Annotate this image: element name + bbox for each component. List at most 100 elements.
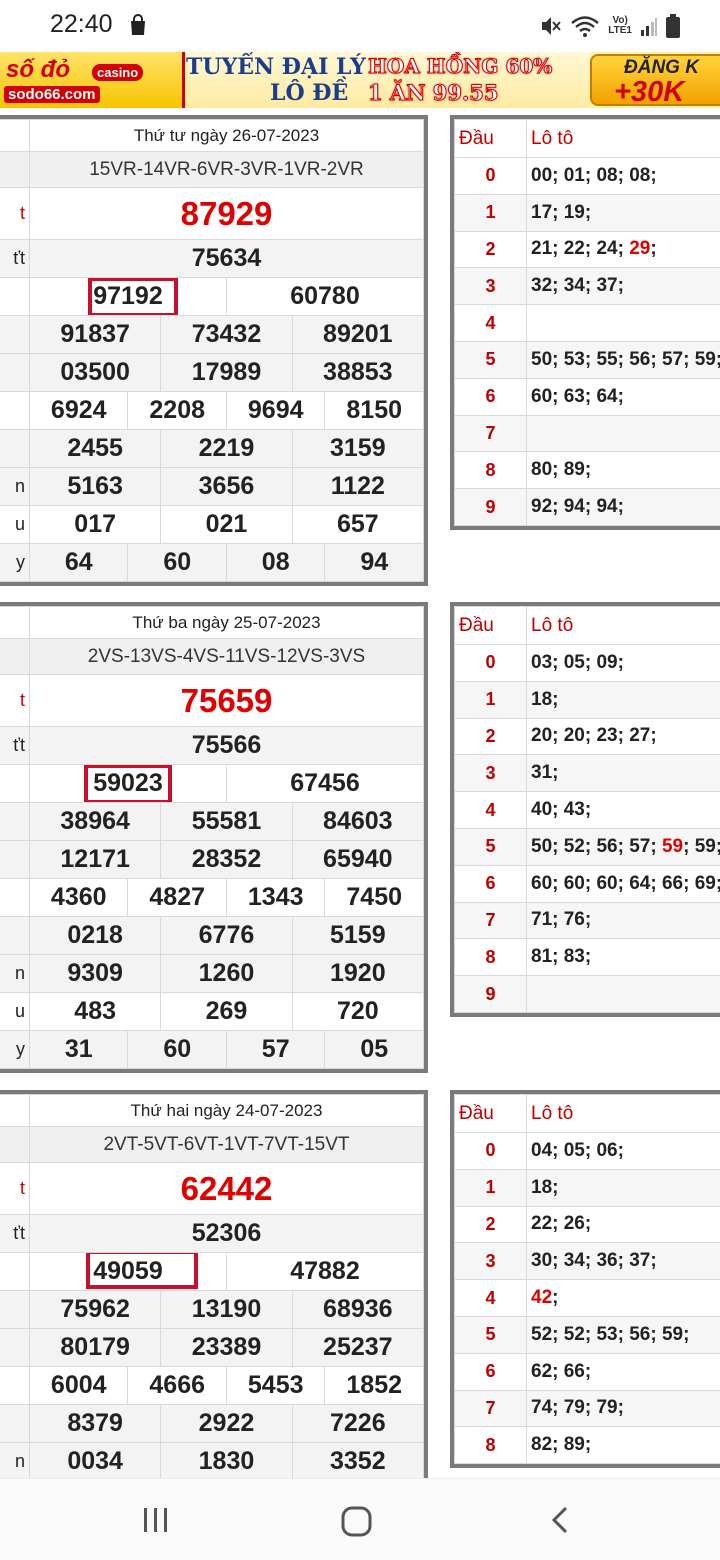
loto-values: 92; 94; 94; xyxy=(526,488,720,526)
loto-values-text: 21; 22; 24; xyxy=(531,238,630,260)
third-prize: 55581 xyxy=(160,802,293,841)
sixth-prize: 657 xyxy=(291,505,425,544)
loto-values: 03; 05; 09; xyxy=(526,644,720,682)
fifth-prize: 1920 xyxy=(291,954,425,993)
fifth-prize: 0034 xyxy=(28,1442,162,1481)
loto-dau: 3 xyxy=(454,1242,527,1281)
lte-label: LTE1 xyxy=(608,25,632,36)
loto-values: 04; 05; 06; xyxy=(526,1132,720,1170)
loto-dau: 2 xyxy=(454,1205,527,1244)
prize-label: t xyxy=(0,674,30,727)
loto-head-dau: Đầu xyxy=(454,606,527,645)
first-prize: 52306 xyxy=(29,1214,424,1253)
fifth-prize: 2219 xyxy=(160,429,293,468)
loto-values: 80; 89; xyxy=(526,451,720,490)
loto-dau: 8 xyxy=(454,1426,527,1465)
fifth-prize: 2455 xyxy=(28,429,162,468)
casino-logo: số đỏ casino sodo66.com xyxy=(0,52,185,108)
system-nav-bar xyxy=(0,1478,720,1560)
third-prize: 75962 xyxy=(28,1290,162,1329)
loto-head-dau: Đầu xyxy=(454,119,527,158)
loto-values: 22; 26; xyxy=(526,1205,720,1244)
third-prize: 38853 xyxy=(291,353,425,392)
back-icon[interactable] xyxy=(548,1505,572,1535)
results-codes: 15VR-14VR-6VR-3VR-1VR-2VR xyxy=(29,151,424,188)
fifth-prize: 2922 xyxy=(160,1404,293,1443)
loto-values-text: 50; 52; 56; 57; xyxy=(531,835,662,857)
results-codes: 2VT-5VT-6VT-1VT-7VT-15VT xyxy=(29,1126,424,1163)
loto-values: 32; 34; 37; xyxy=(526,267,720,306)
loto-values: 74; 79; 79; xyxy=(526,1389,720,1428)
prize-label: u xyxy=(0,992,30,1031)
loto-dau: 1 xyxy=(454,680,527,719)
loto-dau: 6 xyxy=(454,1352,527,1391)
home-icon[interactable] xyxy=(340,1505,374,1539)
loto-values: 50; 53; 55; 56; 57; 59; xyxy=(526,340,720,379)
loto-values: 20; 20; 23; 27; xyxy=(526,717,720,756)
loto-dau: 6 xyxy=(454,864,527,903)
third-prize: 17989 xyxy=(160,353,293,392)
loto-values xyxy=(526,304,720,342)
volte-indicator: Vo) LTE1 xyxy=(608,16,632,36)
loto-values: 50; 52; 56; 57; 59; 59; xyxy=(526,827,720,866)
third-prize: 25237 xyxy=(291,1328,425,1367)
loto-values: 52; 52; 53; 56; 59; xyxy=(526,1315,720,1354)
loto-values: 00; 01; 08; 08; xyxy=(526,157,720,195)
fifth-prize: 9309 xyxy=(28,954,162,993)
sixth-prize: 021 xyxy=(160,505,293,544)
register-button[interactable]: ĐĂNG K +30K xyxy=(590,54,720,108)
prize-label: y xyxy=(0,543,30,582)
loto-dau: 2 xyxy=(454,717,527,756)
loto-values: 71; 76; xyxy=(526,901,720,940)
third-prize: 80179 xyxy=(28,1328,162,1367)
seventh-prize: 64 xyxy=(28,543,129,582)
loto-values: 60; 60; 60; 64; 66; 69; xyxy=(526,864,720,903)
loto-values-highlight: 42 xyxy=(531,1287,553,1309)
seventh-prize: 94 xyxy=(324,543,424,582)
seventh-prize: 60 xyxy=(127,543,227,582)
second-prize: 47882 xyxy=(225,1252,425,1291)
ad-banner[interactable]: số đỏ casino sodo66.com TUYỂN ĐẠI LÝ HOA… xyxy=(0,52,720,108)
third-prize: 68936 xyxy=(291,1290,425,1329)
loto-head-dau: Đầu xyxy=(454,1094,527,1133)
wifi-icon xyxy=(571,16,600,37)
seventh-prize: 05 xyxy=(324,1030,424,1069)
loto-dau: 9 xyxy=(454,975,527,1013)
ad-line1-right: HOA HỒNG 60% xyxy=(367,54,553,79)
second-prize: 49059 xyxy=(29,1252,227,1291)
loto-dau: 5 xyxy=(454,1315,527,1354)
prize-label: n xyxy=(0,467,30,506)
recents-icon[interactable] xyxy=(140,1505,172,1535)
results-table-day3: Thứ hai ngày 24-07-2023 2VT-5VT-6VT-1VT-… xyxy=(0,1090,428,1485)
loto-dau: 7 xyxy=(454,1389,527,1428)
fourth-prize: 9694 xyxy=(225,391,326,430)
prize-label: ťt xyxy=(0,1214,30,1253)
loto-values-text: ; xyxy=(650,238,657,260)
fourth-prize: 8150 xyxy=(324,391,424,430)
cta-bottom: +30K xyxy=(614,76,685,108)
ad-line2-right: 1 ĂN 99.55 xyxy=(367,80,499,106)
third-prize: 84603 xyxy=(291,802,425,841)
special-prize: 75659 xyxy=(29,674,424,727)
special-prize: 62442 xyxy=(29,1162,424,1215)
logo-text: số đỏ xyxy=(6,56,70,83)
third-prize: 38964 xyxy=(28,802,162,841)
second-prize: 59023 xyxy=(29,764,227,803)
loto-values: 40; 43; xyxy=(526,791,720,829)
fourth-prize: 4827 xyxy=(127,878,227,917)
fifth-prize: 5159 xyxy=(291,916,425,955)
ad-line1-left: TUYỂN ĐẠI LÝ xyxy=(186,54,366,80)
sixth-prize: 720 xyxy=(291,992,425,1031)
fourth-prize: 2208 xyxy=(127,391,227,430)
first-prize: 75634 xyxy=(29,239,424,278)
fifth-prize: 5163 xyxy=(28,467,162,506)
fifth-prize: 3159 xyxy=(291,429,425,468)
fourth-prize: 7450 xyxy=(324,878,424,917)
third-prize: 65940 xyxy=(291,840,425,879)
loto-dau: 9 xyxy=(454,488,527,526)
third-prize: 28352 xyxy=(160,840,293,879)
fourth-prize: 5453 xyxy=(225,1366,326,1405)
loto-values xyxy=(526,414,720,453)
prize-label: n xyxy=(0,1442,30,1481)
loto-dau: 8 xyxy=(454,938,527,977)
